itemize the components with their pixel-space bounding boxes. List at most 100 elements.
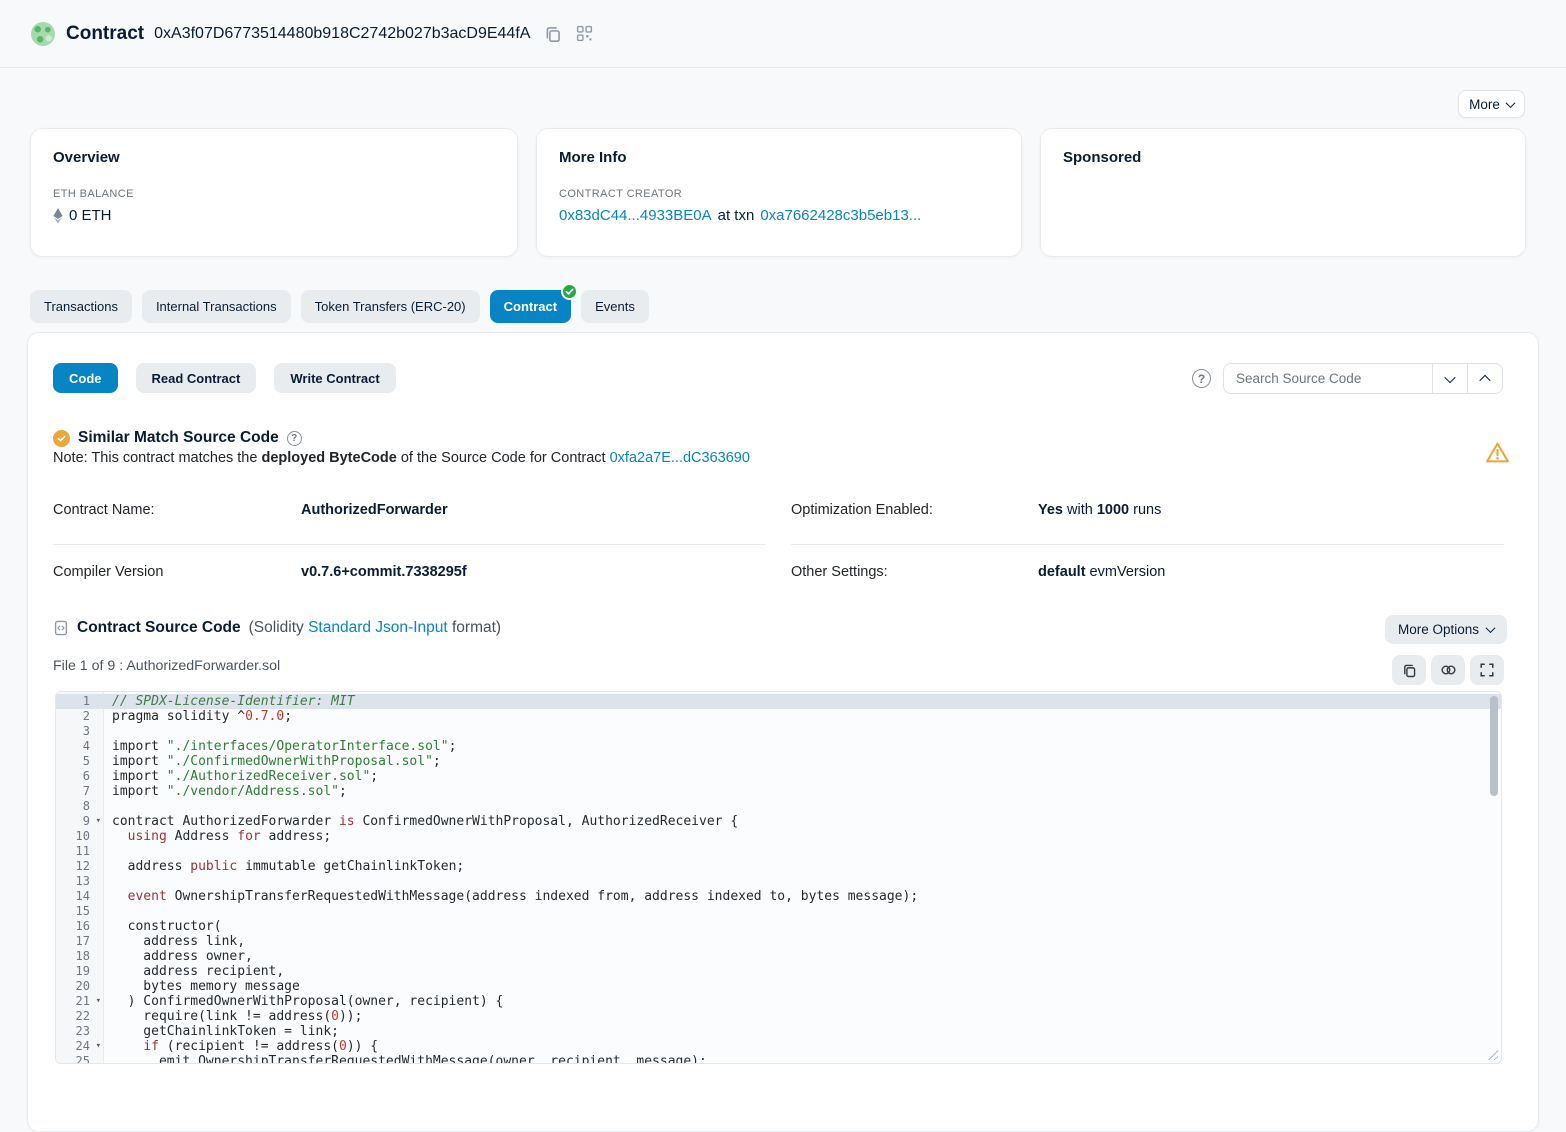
code-line: 3	[56, 724, 1501, 739]
code-line: 9▾contract AuthorizedForwarder is Confir…	[56, 814, 1501, 829]
tab-token-transfers[interactable]: Token Transfers (ERC-20)	[301, 290, 480, 323]
chevron-down-icon	[1444, 371, 1455, 382]
code-line: 1// SPDX-License-Identifier: MIT	[56, 694, 1501, 709]
contract-panel: Code Read Contract Write Contract ? Simi…	[27, 332, 1539, 1132]
copy-address-button[interactable]	[544, 25, 562, 43]
search-prev-button[interactable]	[1467, 364, 1502, 393]
code-line: 23 getChainlinkToken = link;	[56, 1024, 1501, 1039]
warning-triangle-icon[interactable]	[1485, 441, 1510, 464]
sponsored-title: Sponsored	[1063, 149, 1503, 166]
code-line: 4import "./interfaces/OperatorInterface.…	[56, 739, 1501, 754]
other-settings-value: default evmVersion	[1038, 564, 1165, 580]
expand-icon	[1480, 663, 1494, 677]
code-line: 22 require(link != address(0));	[56, 1009, 1501, 1024]
chevron-down-icon	[1486, 623, 1496, 633]
eth-balance-value: 0 ETH	[69, 207, 112, 224]
code-line: 17 address link,	[56, 934, 1501, 949]
source-code-title: Contract Source Code	[77, 619, 241, 637]
similar-match-help-icon[interactable]: ?	[287, 431, 302, 446]
subtab-code[interactable]: Code	[53, 363, 118, 393]
more-button-label: More	[1469, 97, 1500, 112]
tab-contract-label: Contract	[504, 299, 557, 314]
tab-transactions[interactable]: Transactions	[30, 290, 132, 323]
more-info-title: More Info	[559, 149, 999, 166]
creator-address-link[interactable]: 0x83dC44...4933BE0A	[559, 207, 712, 224]
copy-icon	[1402, 663, 1417, 678]
page-title: Contract	[66, 23, 144, 45]
creation-txn-link[interactable]: 0xa7662428c3b5eb13...	[760, 207, 921, 224]
source-format-text: (Solidity Standard Json-Input format)	[249, 619, 501, 637]
search-source-input[interactable]	[1224, 364, 1432, 393]
other-settings-label: Other Settings:	[791, 564, 888, 580]
page-header: Contract 0xA3f07D6773514480b918C2742b027…	[0, 0, 1566, 68]
code-line: 18 address owner,	[56, 949, 1501, 964]
code-line: 12 address public immutable getChainlink…	[56, 859, 1501, 874]
matched-contract-link[interactable]: 0xfa2a7E...dC363690	[610, 450, 750, 466]
fold-arrow-icon[interactable]: ▾	[96, 1039, 101, 1054]
code-line: 20 bytes memory message	[56, 979, 1501, 994]
more-options-button[interactable]: More Options	[1385, 615, 1507, 644]
code-line: 8	[56, 799, 1501, 814]
tab-events[interactable]: Events	[581, 290, 649, 323]
code-lines: 1// SPDX-License-Identifier: MIT2pragma …	[56, 694, 1501, 1064]
note-middle: of the Source Code for Contract	[397, 450, 610, 466]
tab-bar: Transactions Internal Transactions Token…	[30, 290, 649, 323]
code-line: 7import "./vendor/Address.sol";	[56, 784, 1501, 799]
format-suffix: format)	[448, 619, 501, 636]
more-options-label: More Options	[1398, 622, 1479, 637]
fold-arrow-icon[interactable]: ▾	[96, 994, 101, 1009]
code-line: 21▾ ) ConfirmedOwnerWithProposal(owner, …	[56, 994, 1501, 1009]
other-settings-bold: default	[1038, 564, 1086, 580]
chevron-down-icon	[1505, 98, 1515, 108]
similar-match-title: Similar Match Source Code	[78, 429, 279, 447]
file-info: File 1 of 9 : AuthorizedForwarder.sol	[53, 658, 280, 674]
code-line: 15	[56, 904, 1501, 919]
editor-scrollbar-thumb[interactable]	[1490, 696, 1498, 796]
overview-title: Overview	[53, 149, 495, 166]
eth-balance-label: ETH BALANCE	[53, 188, 495, 200]
verified-check-badge	[561, 283, 578, 300]
source-code-editor[interactable]: 1// SPDX-License-Identifier: MIT2pragma …	[55, 691, 1502, 1064]
amber-check-icon	[53, 430, 70, 447]
expand-button[interactable]	[1470, 655, 1504, 685]
code-line: 6import "./AuthorizedReceiver.sol";	[56, 769, 1501, 784]
optimization-runs-suffix: runs	[1129, 502, 1161, 518]
qr-code-button[interactable]	[576, 25, 593, 42]
similar-match-note: Note: This contract matches the deployed…	[53, 450, 750, 466]
contract-subtabs: Code Read Contract Write Contract	[53, 363, 396, 393]
chevron-up-icon	[1479, 374, 1490, 385]
optimization-runs: 1000	[1097, 502, 1129, 518]
search-help-icon[interactable]: ?	[1192, 369, 1211, 388]
qr-code-icon	[576, 25, 593, 42]
format-prefix: (Solidity	[249, 619, 308, 636]
code-line: 14 event OwnershipTransferRequestedWithM…	[56, 889, 1501, 904]
source-actions	[1392, 655, 1504, 685]
subtab-read-contract[interactable]: Read Contract	[136, 363, 257, 393]
tab-internal-transactions[interactable]: Internal Transactions	[142, 290, 291, 323]
code-line: 19 address recipient,	[56, 964, 1501, 979]
code-line: 16 constructor(	[56, 919, 1501, 934]
optimization-label: Optimization Enabled:	[791, 502, 933, 518]
code-line: 11	[56, 844, 1501, 859]
contract-creator-label: CONTRACT CREATOR	[559, 188, 999, 200]
compiler-value: v0.7.6+commit.7338295f	[301, 564, 467, 580]
more-info-card: More Info CONTRACT CREATOR 0x83dC44...49…	[536, 128, 1022, 257]
tab-contract[interactable]: Contract	[490, 290, 571, 323]
optimization-yes: Yes	[1038, 502, 1063, 518]
note-bold: deployed ByteCode	[261, 450, 396, 466]
code-line: 10 using Address for address;	[56, 829, 1501, 844]
permalink-button[interactable]	[1431, 655, 1465, 685]
source-search-box	[1223, 363, 1503, 394]
fold-arrow-icon[interactable]: ▾	[96, 814, 101, 829]
source-file-icon	[53, 620, 69, 636]
search-next-button[interactable]	[1432, 364, 1467, 393]
link-icon	[1440, 664, 1457, 676]
json-input-link[interactable]: Standard Json-Input	[308, 619, 448, 636]
more-button[interactable]: More	[1458, 90, 1525, 118]
subtab-write-contract[interactable]: Write Contract	[274, 363, 395, 393]
contract-name-value: AuthorizedForwarder	[301, 502, 448, 518]
overview-card: Overview ETH BALANCE 0 ETH	[30, 128, 518, 257]
other-settings-suffix: evmVersion	[1086, 564, 1166, 580]
sponsored-card: Sponsored	[1040, 128, 1526, 257]
copy-source-button[interactable]	[1392, 655, 1426, 685]
